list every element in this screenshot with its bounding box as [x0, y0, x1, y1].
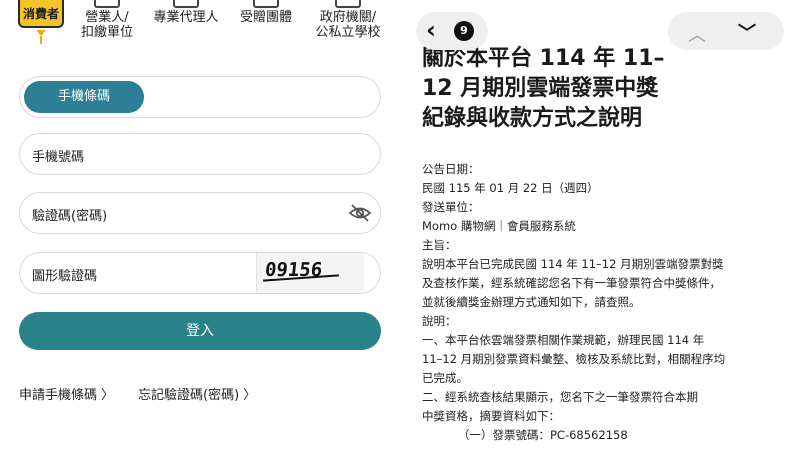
category-tab-agent[interactable]: 專業代理人 — [148, 0, 224, 25]
category-tab-donation[interactable]: 受贈團體 — [234, 0, 298, 25]
captcha-field[interactable]: 圖形驗證碼 09156 — [19, 252, 381, 294]
body-line: Momo 購物網｜會員服務系統 — [422, 219, 576, 233]
title-line: 紀錄與收款方式之說明 — [422, 106, 643, 131]
password-field[interactable]: 驗證碼(密碼) — [19, 192, 381, 234]
barcode-tab[interactable]: 手機條碼 — [24, 81, 144, 113]
briefcase-icon — [173, 0, 199, 8]
tab-count-badge: 9 — [454, 21, 474, 41]
body-line: 發送單位： — [422, 200, 480, 214]
body-line: 11–12 月期別發票資料彙整、檢核及系統比對，相關程序均 — [422, 352, 726, 366]
chevron-right-icon: 〉 — [243, 388, 257, 403]
body-line: 主旨： — [422, 238, 457, 252]
category-tab-consumer-label: 消費者 — [18, 0, 64, 28]
login-button[interactable]: 登入 — [19, 312, 381, 350]
chevron-down-icon[interactable]: ﹀ — [738, 19, 756, 45]
captcha-image[interactable]: 09156 — [256, 253, 364, 293]
phone-field[interactable]: 手機號碼 — [19, 133, 381, 175]
category-tab-donation-label: 受贈團體 — [239, 10, 292, 25]
apply-barcode-link[interactable]: 申請手機條碼〉 — [19, 384, 114, 403]
title-line: 12 月期別雲端發票中獎 — [422, 76, 659, 101]
apply-barcode-link-label: 申請手機條碼 — [19, 388, 98, 403]
forgot-password-link-label: 忘記驗證碼(密碼) — [138, 388, 240, 403]
body-line: 說明： — [422, 314, 457, 328]
building-icon — [94, 0, 120, 8]
announcement-title: 關於本平台 114 年 11– 12 月期別雲端發票中獎 紀錄與收款方式之說明 — [422, 44, 752, 134]
login-panel: 消費者 營業人/ 扣繳單位 專業代理人 受贈團體 政府機關/ 公私立學校 手機條… — [0, 0, 400, 450]
announcement-panel: 關於本平台 114 年 11– 12 月期別雲端發票中獎 紀錄與收款方式之說明 … — [400, 0, 800, 450]
category-tab-government[interactable]: 政府機關/ 公私立學校 — [308, 0, 388, 40]
heart-hand-icon — [253, 0, 279, 8]
body-line: 說明本平台已完成民國 114 年 11–12 月期別雲端發票對獎 — [422, 257, 724, 271]
body-line: 並就後續獎金辦理方式通知如下，請查照。 — [422, 295, 641, 309]
back-button[interactable]: ‹ 9 — [416, 12, 488, 50]
phone-field-placeholder: 手機號碼 — [32, 150, 85, 165]
body-line: 公告日期： — [422, 162, 480, 176]
body-line: （一）發票號碼：PC-68562158 — [458, 428, 628, 442]
captcha-field-placeholder: 圖形驗證碼 — [32, 269, 98, 284]
body-line: 已完成。 — [422, 371, 468, 385]
chevron-up-icon[interactable]: ︿ — [688, 21, 706, 47]
page-nav-control: ︿ ﹀ — [668, 12, 784, 50]
announcement-body: 公告日期： 民國 115 年 01 月 22 日（週四） 發送單位： Momo … — [422, 160, 782, 445]
body-line: 及查核作業，經系統確認您名下有一筆發票符合中獎條件， — [422, 276, 721, 290]
eye-slash-icon[interactable] — [348, 203, 372, 223]
forgot-password-link[interactable]: 忘記驗證碼(密碼) 〉 — [138, 384, 256, 403]
barcode-tab-bar: 手機條碼 — [19, 76, 381, 118]
category-tab-business[interactable]: 營業人/ 扣繳單位 — [76, 0, 138, 40]
active-indicator-stem — [40, 36, 42, 44]
body-line: 二、經系統查核結果顯示，您名下之一筆發票符合本期 — [422, 390, 698, 404]
body-line: 民國 115 年 01 月 22 日（週四） — [422, 181, 599, 195]
category-tab-government-label: 政府機關/ 公私立學校 — [315, 10, 381, 40]
password-field-placeholder: 驗證碼(密碼) — [32, 209, 108, 224]
chevron-right-icon: 〉 — [101, 388, 115, 403]
body-line: 中獎資格，摘要資料如下： — [422, 409, 560, 423]
category-tab-consumer[interactable]: 消費者 — [18, 0, 64, 44]
category-tab-business-label: 營業人/ 扣繳單位 — [80, 10, 133, 40]
category-tab-agent-label: 專業代理人 — [153, 10, 219, 25]
institution-icon — [335, 0, 361, 8]
body-line: 一、本平台依雲端發票相關作業規範，辦理民國 114 年 — [422, 333, 705, 347]
chevron-left-icon: ‹ — [426, 16, 436, 44]
